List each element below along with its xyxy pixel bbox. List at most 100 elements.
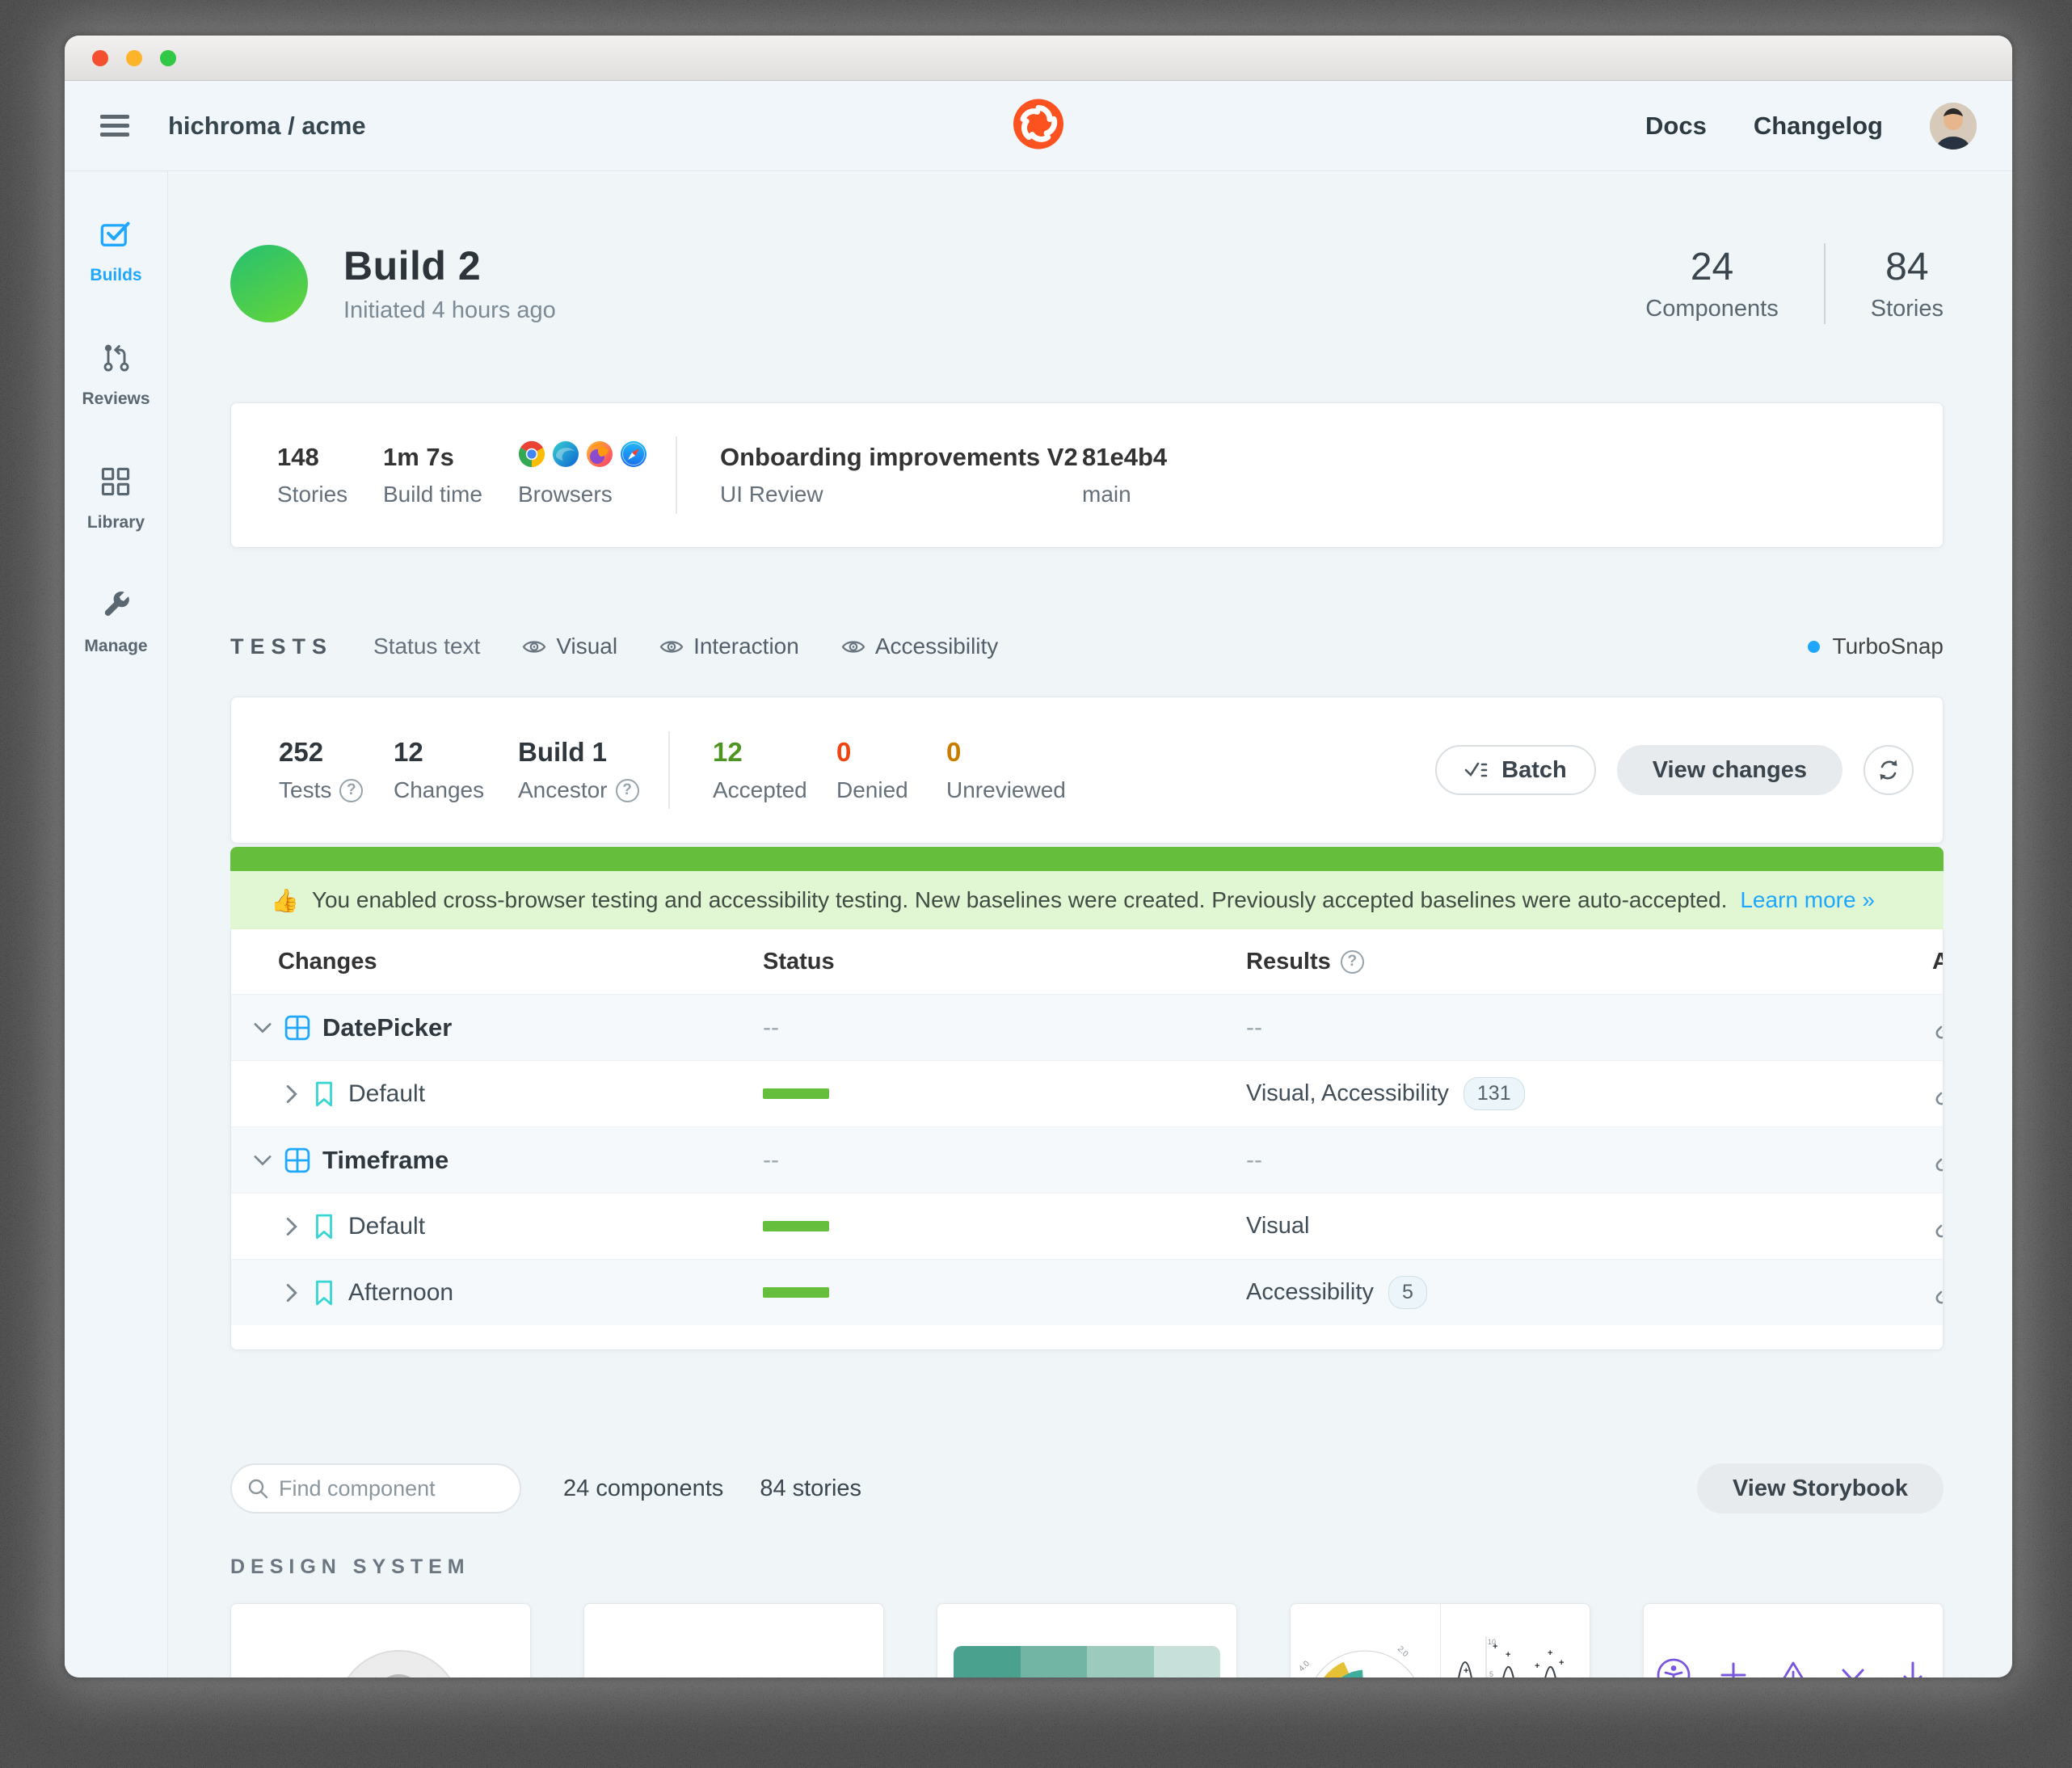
- chevron-right-icon[interactable]: [284, 1283, 300, 1303]
- table-row[interactable]: Default Visual, Accessibility 131: [231, 1060, 1943, 1126]
- tests-status-text: Status text: [373, 634, 480, 659]
- permalink-icon[interactable]: [1932, 1212, 1944, 1241]
- help-icon[interactable]: ?: [1341, 950, 1364, 974]
- divider: [1824, 243, 1826, 324]
- story-name[interactable]: Afternoon: [348, 1279, 453, 1307]
- stat-accepted: 12 Accepted: [713, 737, 836, 803]
- tests-summary-card: 252 Tests? 12 Changes Build 1 Ancestor? …: [230, 697, 1944, 844]
- turbosnap-indicator[interactable]: TurboSnap: [1808, 634, 1944, 659]
- toggle-visual[interactable]: Visual: [522, 634, 617, 659]
- user-avatar[interactable]: [1930, 103, 1977, 149]
- help-icon[interactable]: ?: [616, 779, 639, 802]
- table-row[interactable]: Default Visual: [231, 1193, 1943, 1259]
- permalink-icon[interactable]: [1932, 1013, 1944, 1042]
- view-storybook-button[interactable]: View Storybook: [1697, 1463, 1944, 1513]
- stat-unreviewed: 0 Unreviewed: [946, 737, 1066, 803]
- col-status: Status: [763, 949, 1246, 975]
- warning-triangle-icon: [1775, 1657, 1811, 1677]
- results-count-badge: 5: [1388, 1276, 1427, 1309]
- thumbs-up-icon: 👍: [271, 887, 299, 914]
- toggle-accessibility[interactable]: Accessibility: [841, 634, 998, 659]
- menu-icon[interactable]: [100, 110, 129, 141]
- svg-text:+: +: [1522, 1676, 1527, 1677]
- component-card-icons[interactable]: [1643, 1603, 1944, 1677]
- stat-ancestor: Build 1 Ancestor?: [518, 737, 668, 803]
- search-input[interactable]: [279, 1476, 489, 1501]
- sidebar-item-library[interactable]: Library: [87, 465, 145, 533]
- story-name[interactable]: Default: [348, 1080, 425, 1108]
- tests-title: TESTS: [230, 634, 333, 659]
- learn-more-link[interactable]: Learn more »: [1740, 887, 1875, 913]
- col-changes: Changes: [231, 949, 763, 975]
- status-value: --: [763, 1014, 1246, 1042]
- table-row[interactable]: Timeframe -- --: [231, 1126, 1943, 1193]
- stat-build-time: 1m 7s Build time: [383, 443, 518, 507]
- status-passed-bar: [763, 1287, 829, 1298]
- commit-link[interactable]: 81e4b4: [1082, 443, 1167, 472]
- close-window-button[interactable]: [92, 50, 108, 66]
- permalink-icon[interactable]: [1932, 1278, 1944, 1307]
- chevron-down-icon[interactable]: [253, 1154, 272, 1167]
- sidebar-label-library: Library: [87, 513, 145, 533]
- chevron-down-icon[interactable]: [253, 1021, 272, 1034]
- component-card-avatar[interactable]: [230, 1603, 531, 1677]
- safari-icon: [620, 440, 647, 472]
- find-component-search[interactable]: [230, 1463, 521, 1513]
- help-icon[interactable]: ?: [339, 779, 363, 802]
- mini-line-chart: +++ +++ +++ -426 810 510: [1444, 1620, 1586, 1677]
- component-card-palette[interactable]: [937, 1603, 1237, 1677]
- turbosnap-dot-icon: [1808, 641, 1820, 653]
- breadcrumb[interactable]: hichroma / acme: [168, 112, 366, 141]
- component-name[interactable]: DatePicker: [322, 1013, 452, 1042]
- color-palette-thumbnail: [954, 1646, 1220, 1677]
- chevron-right-icon[interactable]: [284, 1217, 300, 1236]
- grayscale-avatar-thumbnail: [336, 1649, 461, 1677]
- batch-check-icon: [1464, 760, 1489, 780]
- accessibility-icon: [1656, 1657, 1691, 1677]
- story-name[interactable]: Default: [348, 1213, 425, 1240]
- changelog-link[interactable]: Changelog: [1754, 112, 1883, 141]
- library-icon: [99, 465, 132, 502]
- sidebar-item-reviews[interactable]: Reviews: [82, 342, 150, 409]
- ancestor-build-link[interactable]: Build 1: [518, 737, 668, 768]
- docs-link[interactable]: Docs: [1645, 112, 1707, 141]
- svg-text:4.0: 4.0: [1297, 1659, 1312, 1673]
- component-name[interactable]: Timeframe: [322, 1146, 449, 1175]
- branch-link[interactable]: Onboarding improvements V2: [720, 443, 1082, 472]
- builds-icon: [99, 218, 132, 255]
- col-actions: Actions: [1932, 949, 1944, 975]
- results-count-badge: 131: [1463, 1077, 1525, 1110]
- table-row[interactable]: Afternoon Accessibility 5: [231, 1259, 1943, 1325]
- component-grid-icon: [284, 1147, 310, 1173]
- story-bookmark-icon: [314, 1081, 335, 1107]
- toggle-interaction[interactable]: Interaction: [659, 634, 799, 659]
- svg-text:2.0: 2.0: [1396, 1644, 1410, 1659]
- permalink-icon[interactable]: [1932, 1080, 1944, 1109]
- table-row[interactable]: DatePicker -- --: [231, 994, 1943, 1060]
- sidebar-item-builds[interactable]: Builds: [90, 218, 141, 285]
- refresh-button[interactable]: [1864, 745, 1914, 795]
- batch-button[interactable]: Batch: [1435, 745, 1596, 795]
- divider: [676, 436, 677, 514]
- sidebar-label-reviews: Reviews: [82, 389, 150, 409]
- components-count: 24 Components: [1645, 245, 1778, 322]
- col-results: Results ?: [1246, 949, 1932, 975]
- view-changes-button[interactable]: View changes: [1617, 745, 1842, 795]
- chevron-right-icon[interactable]: [284, 1084, 300, 1104]
- svg-text:+: +: [1535, 1661, 1539, 1671]
- firefox-icon: [586, 440, 613, 472]
- zoom-window-button[interactable]: [160, 50, 176, 66]
- chromatic-logo-icon[interactable]: [1013, 99, 1063, 153]
- permalink-icon[interactable]: [1932, 1146, 1944, 1175]
- component-card-empty[interactable]: [583, 1603, 884, 1677]
- sidebar-item-manage[interactable]: Manage: [84, 589, 147, 656]
- minimize-window-button[interactable]: [126, 50, 142, 66]
- story-bookmark-icon: [314, 1214, 335, 1240]
- changes-table: Changes Status Results ? Actions: [230, 929, 1944, 1350]
- baseline-notification: 👍 You enabled cross-browser testing and …: [230, 871, 1944, 929]
- status-passed-bar: [763, 1088, 829, 1099]
- component-card-charts[interactable]: 4.0 2.0 1.0 +++ +++ +++: [1290, 1603, 1590, 1677]
- status-value: --: [763, 1147, 1246, 1174]
- table-footer: [231, 1325, 1943, 1349]
- build-initiated: Initiated 4 hours ago: [343, 297, 556, 324]
